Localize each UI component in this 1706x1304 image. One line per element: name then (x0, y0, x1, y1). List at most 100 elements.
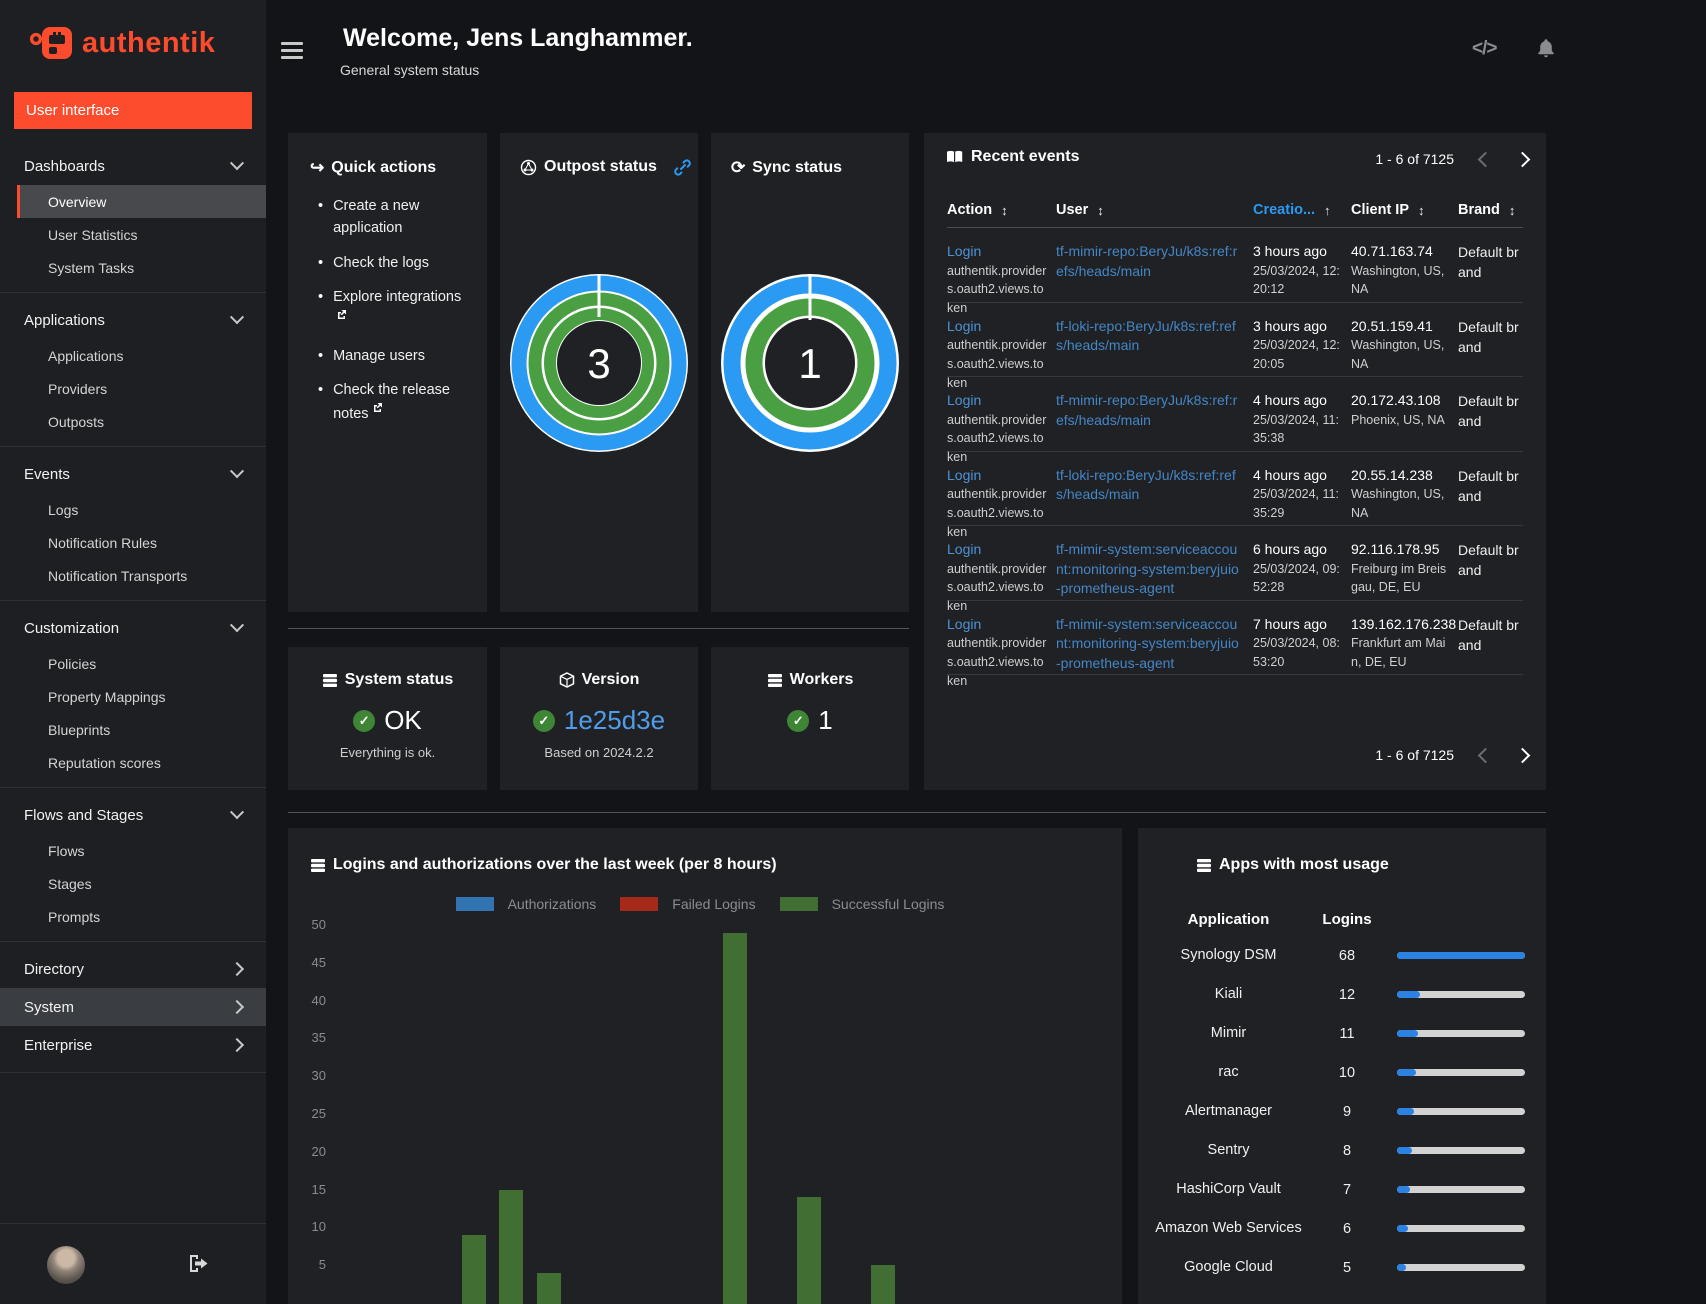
sidebar-item-overview[interactable]: Overview (17, 185, 266, 218)
event-user-link[interactable]: tf-mimir-repo:BeryJu/k8s:ref:refs/heads/… (1056, 391, 1253, 430)
sidebar-section-enterprise[interactable]: Enterprise (0, 1026, 266, 1064)
sidebar-section-flows-and-stages[interactable]: Flows and Stages (0, 796, 266, 834)
pagination-next-icon[interactable] (1514, 747, 1531, 763)
chevron-down-icon (229, 156, 245, 171)
version-value-link[interactable]: 1e25d3e (564, 705, 665, 736)
sync-status-donut[interactable]: 1 (720, 273, 900, 453)
sidebar-section-events[interactable]: Events (0, 455, 266, 493)
link-icon[interactable] (674, 158, 691, 176)
sidebar-item-applications[interactable]: Applications (0, 339, 266, 372)
event-action-link[interactable]: Login (947, 242, 1056, 262)
event-row: Login authentik.providers.oauth2.views.to… (947, 228, 1523, 315)
y-axis-tick: 20 (311, 1143, 326, 1159)
logout-icon[interactable] (188, 1254, 209, 1273)
sidebar-item-user-statistics[interactable]: User Statistics (0, 218, 266, 251)
quick-action-4[interactable]: • Check the release notes (318, 380, 473, 425)
chart-bar[interactable] (797, 1197, 821, 1304)
sidebar-item-notification-transports[interactable]: Notification Transports (0, 559, 266, 592)
authentik-logo[interactable]: authentik (0, 0, 266, 60)
event-user-link[interactable]: tf-loki-repo:BeryJu/k8s:ref:refs/heads/m… (1056, 466, 1253, 505)
quick-action-0[interactable]: • Create a new application (318, 196, 473, 240)
quick-action-2[interactable]: • Explore integrations (318, 287, 473, 332)
event-action-link[interactable]: Login (947, 317, 1056, 337)
events-col-label: Client IP (1351, 202, 1410, 218)
event-user-cell: tf-loki-repo:BeryJu/k8s:ref:refs/heads/m… (1056, 317, 1253, 393)
event-brand: Default brand (1458, 318, 1519, 355)
quick-action-3[interactable]: • Manage users (318, 346, 473, 368)
event-user-link[interactable]: tf-mimir-system:serviceaccount:monitorin… (1056, 540, 1253, 599)
chart-bar[interactable] (536, 1272, 561, 1304)
pagination-prev-icon[interactable] (1477, 151, 1494, 167)
sidebar-item-notification-rules[interactable]: Notification Rules (0, 526, 266, 559)
sidebar-item-reputation-scores[interactable]: Reputation scores (0, 746, 266, 779)
pagination-prev-icon[interactable] (1477, 747, 1494, 763)
sidebar-section-dashboards[interactable]: Dashboards (0, 147, 266, 185)
event-time-absolute: 25/03/2024, 09:52:28 (1253, 561, 1340, 595)
usage-login-count: 10 (1338, 1064, 1356, 1081)
event-user-link[interactable]: tf-loki-repo:BeryJu/k8s:ref:refs/heads/m… (1056, 317, 1253, 356)
quick-action-1[interactable]: • Check the logs (318, 253, 473, 275)
events-col-brand[interactable]: Brand ↕ (1458, 202, 1523, 218)
outpost-status-value: 3 (587, 340, 610, 387)
apps-usage-title: Apps with most usage (1219, 856, 1389, 873)
sort-icon[interactable]: ↕ (1001, 203, 1008, 218)
api-browser-icon[interactable]: </> (1472, 38, 1498, 60)
bullet-icon: • (318, 382, 324, 399)
sidebar-section-applications[interactable]: Applications (0, 301, 266, 339)
avatar[interactable] (47, 1246, 85, 1284)
chart-bar[interactable] (871, 1265, 896, 1304)
sidebar-item-blueprints[interactable]: Blueprints (0, 713, 266, 746)
event-ip-cell: 139.162.176.238 Frankfurt am Main, DE, EU (1351, 615, 1458, 691)
outpost-status-donut[interactable]: 3 (509, 273, 689, 453)
events-col-user[interactable]: User ↕ (1056, 202, 1253, 218)
user-interface-button[interactable]: User interface (14, 92, 252, 129)
sort-icon[interactable]: ↕ (1097, 203, 1104, 218)
chevron-down-icon (229, 618, 245, 633)
event-time-absolute: 25/03/2024, 08:53:20 (1253, 636, 1340, 669)
section-divider (288, 812, 1546, 813)
sidebar-item-stages[interactable]: Stages (0, 867, 266, 900)
events-col-creatio-[interactable]: Creatio... ↑ (1253, 202, 1351, 218)
event-action-cell: Login authentik.providers.oauth2.views.to… (947, 391, 1056, 467)
workers-title: Workers (789, 671, 854, 688)
menu-toggle-icon[interactable] (281, 42, 303, 63)
event-time-relative: 4 hours ago (1253, 466, 1327, 483)
sidebar-item-policies[interactable]: Policies (0, 647, 266, 680)
sidebar-item-logs[interactable]: Logs (0, 493, 266, 526)
sidebar-section-directory[interactable]: Directory (0, 950, 266, 988)
event-action-link[interactable]: Login (947, 540, 1056, 560)
usage-progress-track (1397, 1030, 1525, 1037)
usage-progress-fill (1397, 952, 1525, 959)
sort-icon[interactable]: ↕ (1418, 203, 1425, 218)
event-user-link[interactable]: tf-mimir-repo:BeryJu/k8s:ref:refs/heads/… (1056, 242, 1253, 281)
chevron-right-icon (229, 961, 245, 977)
sidebar-item-property-mappings[interactable]: Property Mappings (0, 680, 266, 713)
chart-bar[interactable] (462, 1234, 487, 1304)
chart-bar[interactable] (722, 932, 747, 1304)
sidebar-section-customization[interactable]: Customization (0, 609, 266, 647)
event-action-link[interactable]: Login (947, 391, 1056, 411)
event-ip-cell: 20.55.14.238 Washington, US, NA (1351, 466, 1458, 542)
sidebar-item-providers[interactable]: Providers (0, 372, 266, 405)
sort-asc-icon[interactable]: ↑ (1324, 203, 1331, 218)
event-action-link[interactable]: Login (947, 615, 1056, 635)
sidebar-item-prompts[interactable]: Prompts (0, 900, 266, 933)
legend-swatch (455, 897, 494, 911)
legend-label: Failed Logins (672, 896, 756, 912)
notifications-bell-icon[interactable] (1536, 38, 1556, 59)
sort-icon[interactable]: ↕ (1509, 203, 1516, 218)
event-created-cell: 3 hours ago 25/03/2024, 12:20:05 (1253, 317, 1351, 393)
sidebar-section-system[interactable]: System (0, 988, 266, 1026)
sidebar-section-label: Applications (24, 311, 105, 329)
pagination-next-icon[interactable] (1514, 151, 1531, 167)
events-col-action[interactable]: Action ↕ (947, 202, 1056, 218)
event-action-link[interactable]: Login (947, 466, 1056, 486)
sidebar-item-flows[interactable]: Flows (0, 834, 266, 867)
check-circle-icon: ✓ (787, 709, 810, 732)
sidebar-item-system-tasks[interactable]: System Tasks (0, 251, 266, 284)
sidebar-item-outposts[interactable]: Outposts (0, 405, 266, 438)
event-user-link[interactable]: tf-mimir-system:serviceaccount:monitorin… (1056, 615, 1253, 674)
chart-bar[interactable] (499, 1189, 524, 1304)
events-col-client-ip[interactable]: Client IP ↕ (1351, 202, 1458, 218)
usage-app-name: Synology DSM (1180, 947, 1277, 964)
